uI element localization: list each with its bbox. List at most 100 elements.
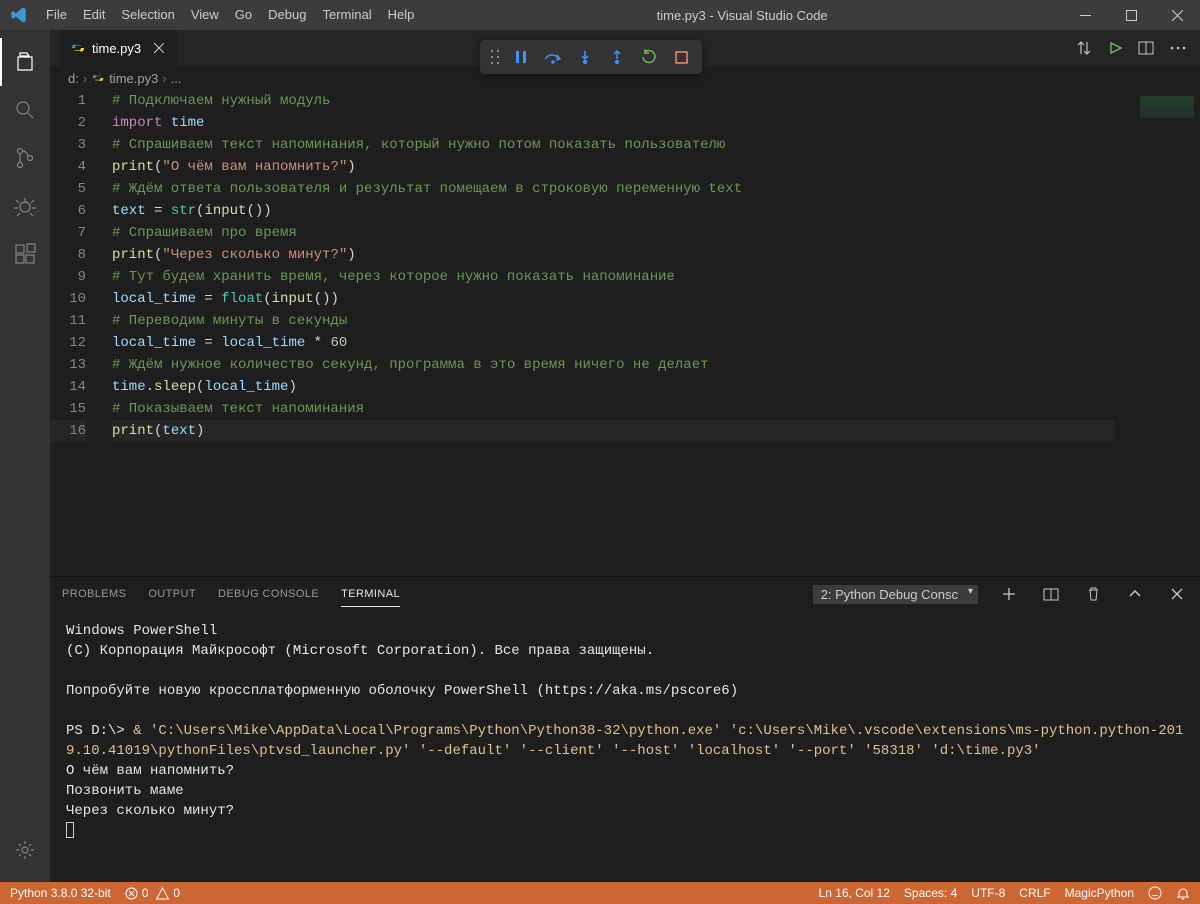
panel-tab-output[interactable]: OUTPUT xyxy=(148,582,196,607)
step-over-button[interactable] xyxy=(538,44,568,70)
kill-terminal-icon[interactable] xyxy=(1082,587,1104,601)
line-number: 1 xyxy=(50,90,86,112)
drag-grip-icon[interactable] xyxy=(486,49,504,65)
pause-button[interactable] xyxy=(506,44,536,70)
minimize-button[interactable] xyxy=(1062,0,1108,30)
line-number: 9 xyxy=(50,266,86,288)
code-line[interactable]: # Ждём ответа пользователя и результат п… xyxy=(112,178,1114,200)
terminal-line: Позвонить маме xyxy=(66,781,1184,801)
status-encoding[interactable]: UTF-8 xyxy=(971,886,1005,900)
menu-bar: FileEditSelectionViewGoDebugTerminalHelp xyxy=(38,0,422,30)
editor-actions xyxy=(1076,30,1200,66)
maximize-panel-icon[interactable] xyxy=(1124,590,1146,598)
menu-selection[interactable]: Selection xyxy=(113,0,182,30)
status-eol[interactable]: CRLF xyxy=(1019,886,1050,900)
line-number: 11 xyxy=(50,310,86,332)
new-terminal-icon[interactable] xyxy=(998,587,1020,601)
breadcrumb-drive[interactable]: d: xyxy=(68,71,79,86)
code-line[interactable]: print("Через сколько минут?") xyxy=(112,244,1114,266)
code-line[interactable]: time.sleep(local_time) xyxy=(112,376,1114,398)
line-number: 2 xyxy=(50,112,86,134)
tab-close-icon[interactable] xyxy=(151,40,167,56)
panel-tab-problems[interactable]: PROBLEMS xyxy=(62,582,126,607)
terminal-line: Через сколько минут? xyxy=(66,801,1184,821)
line-number: 12 xyxy=(50,332,86,354)
main-area: time.py3 d: › time.py3 › ... 12345678910… xyxy=(0,30,1200,882)
code-line[interactable]: print("О чём вам напомнить?") xyxy=(112,156,1114,178)
window-controls xyxy=(1062,0,1200,30)
breadcrumb-more[interactable]: ... xyxy=(171,71,182,86)
terminal-line: (C) Корпорация Майкрософт (Microsoft Cor… xyxy=(66,641,1184,661)
line-gutter: 12345678910111213141516 xyxy=(50,90,106,576)
code-line[interactable]: # Тут будем хранить время, через которое… xyxy=(112,266,1114,288)
minimap[interactable] xyxy=(1114,90,1200,576)
terminal-content[interactable]: Windows PowerShell (C) Корпорация Майкро… xyxy=(50,611,1200,882)
stop-button[interactable] xyxy=(666,44,696,70)
search-activity[interactable] xyxy=(0,86,50,134)
code-line[interactable]: local_time = local_time * 60 xyxy=(112,332,1114,354)
menu-view[interactable]: View xyxy=(183,0,227,30)
code-line[interactable]: # Ждём нужное количество секунд, програм… xyxy=(112,354,1114,376)
line-number: 15 xyxy=(50,398,86,420)
editor-tab[interactable]: time.py3 xyxy=(60,30,177,66)
line-number: 5 xyxy=(50,178,86,200)
code-line[interactable]: print(text) xyxy=(112,420,1114,442)
terminal-selector[interactable]: 2: Python Debug Consc xyxy=(813,585,978,604)
code-line[interactable]: local_time = float(input()) xyxy=(112,288,1114,310)
panel-tab-debug-console[interactable]: DEBUG CONSOLE xyxy=(218,582,319,607)
close-button[interactable] xyxy=(1154,0,1200,30)
status-spaces[interactable]: Spaces: 4 xyxy=(904,886,957,900)
source-control-activity[interactable] xyxy=(0,134,50,182)
bell-icon[interactable] xyxy=(1176,886,1190,900)
vscode-logo-icon xyxy=(10,6,28,24)
line-number: 14 xyxy=(50,376,86,398)
menu-go[interactable]: Go xyxy=(227,0,260,30)
step-out-button[interactable] xyxy=(602,44,632,70)
settings-activity[interactable] xyxy=(0,826,50,874)
more-icon[interactable] xyxy=(1170,46,1186,50)
close-panel-icon[interactable] xyxy=(1166,588,1188,600)
python-file-icon xyxy=(70,40,86,56)
code-line[interactable]: # Спрашиваем текст напоминания, который … xyxy=(112,134,1114,156)
step-into-button[interactable] xyxy=(570,44,600,70)
status-ln-col[interactable]: Ln 16, Col 12 xyxy=(819,886,890,900)
code-line[interactable]: # Показываем текст напоминания xyxy=(112,398,1114,420)
code-lines[interactable]: # Подключаем нужный модульimport time# С… xyxy=(106,90,1114,576)
feedback-icon[interactable] xyxy=(1148,886,1162,900)
code-editor[interactable]: 12345678910111213141516 # Подключаем нуж… xyxy=(50,90,1200,576)
code-line[interactable]: # Переводим минуты в секунды xyxy=(112,310,1114,332)
status-problems[interactable]: 0 0 xyxy=(125,886,180,900)
terminal-cursor-line xyxy=(66,821,1184,841)
line-number: 4 xyxy=(50,156,86,178)
status-python[interactable]: Python 3.8.0 32-bit xyxy=(10,886,111,900)
panel-tab-terminal[interactable]: TERMINAL xyxy=(341,582,400,607)
code-line[interactable]: text = str(input()) xyxy=(112,200,1114,222)
activity-bar xyxy=(0,30,50,882)
split-editor-icon[interactable] xyxy=(1138,41,1154,55)
split-terminal-icon[interactable] xyxy=(1040,588,1062,601)
terminal-line: PS D:\> & 'C:\Users\Mike\AppData\Local\P… xyxy=(66,721,1184,761)
run-icon[interactable] xyxy=(1108,41,1122,55)
restart-button[interactable] xyxy=(634,44,664,70)
code-line[interactable]: import time xyxy=(112,112,1114,134)
line-number: 7 xyxy=(50,222,86,244)
status-language[interactable]: MagicPython xyxy=(1065,886,1134,900)
panel-header: PROBLEMS OUTPUT DEBUG CONSOLE TERMINAL 2: P… xyxy=(50,577,1200,611)
menu-terminal[interactable]: Terminal xyxy=(314,0,379,30)
code-line[interactable]: # Подключаем нужный модуль xyxy=(112,90,1114,112)
extensions-activity[interactable] xyxy=(0,230,50,278)
maximize-button[interactable] xyxy=(1108,0,1154,30)
explorer-activity[interactable] xyxy=(0,38,50,86)
menu-edit[interactable]: Edit xyxy=(75,0,113,30)
code-line[interactable]: # Спрашиваем про время xyxy=(112,222,1114,244)
breadcrumb-file[interactable]: time.py3 xyxy=(109,71,158,86)
menu-file[interactable]: File xyxy=(38,0,75,30)
menu-help[interactable]: Help xyxy=(380,0,423,30)
compare-changes-icon[interactable] xyxy=(1076,40,1092,56)
debug-toolbar[interactable] xyxy=(480,40,702,74)
debug-activity[interactable] xyxy=(0,182,50,230)
menu-debug[interactable]: Debug xyxy=(260,0,314,30)
terminal-line: Попробуйте новую кроссплатформенную обол… xyxy=(66,681,1184,701)
chevron-right-icon: › xyxy=(83,71,87,86)
line-number: 3 xyxy=(50,134,86,156)
